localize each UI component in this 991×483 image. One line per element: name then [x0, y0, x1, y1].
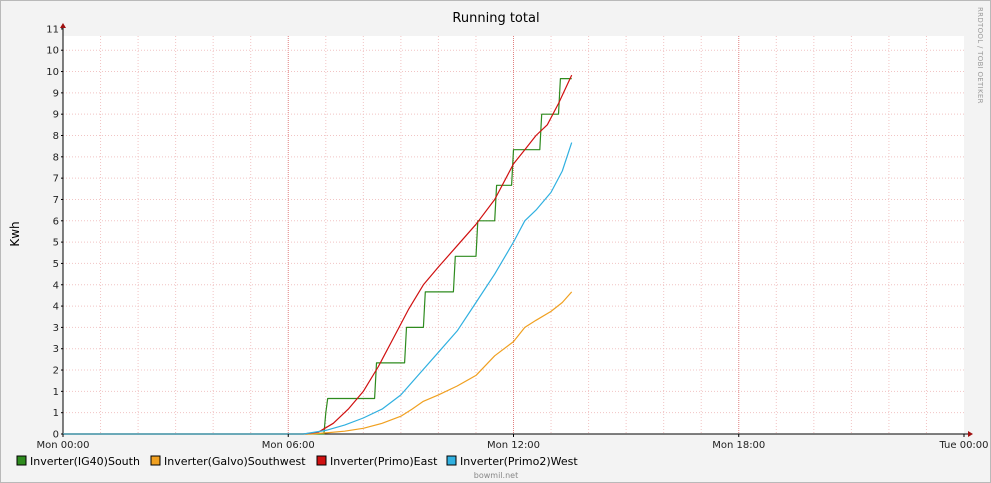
y-tick-label: 8 — [53, 152, 59, 163]
y-tick-label: 9 — [53, 88, 59, 99]
legend-label: Inverter(Primo)East — [330, 455, 438, 468]
y-tick-label: 5 — [53, 238, 59, 249]
y-tick-label: 5 — [53, 259, 59, 270]
y-tick-label: 6 — [53, 216, 59, 227]
legend-swatch — [150, 455, 161, 466]
chart-canvas: Running total Kwh RRDTOOL / TOBI OETIKER… — [8, 7, 989, 480]
watermark: RRDTOOL / TOBI OETIKER — [976, 7, 984, 104]
x-tick-label: Mon 06:00 — [262, 440, 315, 451]
y-tick-label: 11 — [46, 24, 59, 35]
y-tick-label: 3 — [53, 323, 59, 334]
chart-title: Running total — [452, 11, 539, 26]
legend-label: Inverter(IG40)South — [30, 455, 140, 468]
grid — [63, 36, 964, 434]
y-tick-label: 10 — [46, 46, 59, 57]
x-tick-labels: Mon 00:00 Mon 06:00 Mon 12:00 Mon 18:00 Tue … — [36, 434, 989, 451]
legend-swatch — [316, 455, 327, 466]
y-tick-label: 8 — [53, 131, 59, 142]
y-tick-label: 0 — [53, 430, 59, 441]
legend-swatch — [446, 455, 457, 466]
y-tick-label: 10 — [46, 67, 59, 78]
y-tick-label: 2 — [53, 366, 59, 377]
y-tick-label: 7 — [53, 174, 59, 185]
chart-window: Running total Kwh RRDTOOL / TOBI OETIKER… — [0, 0, 991, 483]
y-tick-label: 1 — [53, 408, 59, 419]
y-tick-label: 9 — [53, 110, 59, 121]
y-axis-arrow — [60, 23, 66, 28]
y-tick-label: 4 — [53, 280, 59, 291]
legend-label: Inverter(Primo2)West — [460, 455, 578, 468]
x-tick-label: Mon 18:00 — [712, 440, 765, 451]
legend-label: Inverter(Galvo)Southwest — [164, 455, 306, 468]
y-tick-label: 1 — [53, 387, 59, 398]
y-tick-labels: 01123344556778899101011 — [46, 24, 63, 441]
legend-swatch — [16, 455, 27, 466]
y-axis-label: Kwh — [8, 221, 22, 246]
x-tick-label: Mon 12:00 — [487, 440, 540, 451]
y-tick-label: 3 — [53, 344, 59, 355]
legend: Inverter(IG40)South Inverter(Galvo)Southw… — [16, 455, 578, 468]
y-tick-label: 7 — [53, 195, 59, 206]
footer-credit: bowmil.net — [474, 471, 518, 480]
x-tick-label: Mon 00:00 — [36, 440, 89, 451]
x-tick-label: Tue 00:00 — [938, 440, 988, 451]
y-tick-label: 4 — [53, 302, 59, 313]
x-axis-arrow — [968, 431, 973, 437]
